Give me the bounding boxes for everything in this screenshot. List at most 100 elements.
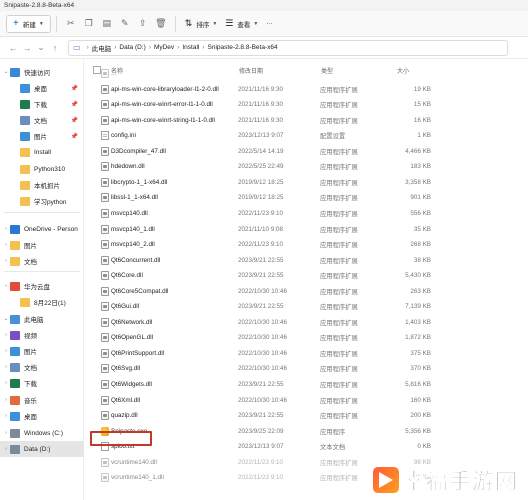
sidebar-item[interactable]: 桌面 📌 (0, 80, 84, 96)
sidebar-item[interactable]: › 图片 (0, 343, 84, 359)
sidebar-item[interactable]: › 下载 (0, 375, 84, 391)
chevron-icon[interactable]: › (2, 364, 10, 370)
sidebar-item-label: 文档 (34, 118, 47, 125)
chevron-icon[interactable]: › (2, 446, 10, 452)
sidebar-item[interactable]: Install (0, 144, 84, 160)
file-row[interactable]: config.ini 2023/12/13 9:07 配置设置 1 KB (85, 128, 528, 143)
sidebar-item[interactable]: 图片 📌 (0, 128, 84, 144)
file-row[interactable]: msvcp140_2.dll 2022/11/23 9:10 应用程序扩展 268 K… (85, 237, 528, 252)
chevron-icon[interactable]: › (2, 283, 10, 289)
copy-icon[interactable]: ❐ (80, 15, 98, 33)
file-row[interactable]: msvcp140_1.dll 2021/11/10 9:08 应用程序扩展 35 KB (85, 222, 528, 237)
share-icon[interactable]: ⇪ (134, 15, 152, 33)
file-size: 1,872 KB (405, 334, 431, 342)
sidebar-item[interactable]: 本机抓片 (0, 177, 84, 193)
cut-icon[interactable]: ✂ (62, 15, 80, 33)
chevron-icon[interactable]: ⌄ (2, 69, 10, 75)
file-size: 263 KB (410, 287, 431, 295)
chevron-icon[interactable]: › (2, 413, 10, 419)
breadcrumb-item[interactable]: MyDev (154, 44, 174, 51)
sidebar-item[interactable]: Python310 (0, 161, 84, 177)
address-bar[interactable]: ▭ › 此电脑 › Data (D:) › MyDev › Install › … (68, 39, 508, 56)
file-name: api-ms-win-core-winrt-string-l1-1-0.dll (111, 116, 215, 124)
chevron-icon[interactable]: ⌄ (2, 316, 10, 322)
file-name: config.ini (111, 132, 136, 140)
file-row[interactable]: Qt6PrintSupport.dll 2022/10/30 10:46 应用程序扩… (85, 346, 528, 361)
file-size: 1 KB (417, 132, 431, 140)
sidebar-item[interactable]: ⌄ 此电脑 (0, 311, 84, 327)
sidebar-item[interactable]: 8月22日(1) (0, 294, 84, 310)
dll-file-icon (101, 457, 109, 467)
sidebar-item[interactable]: 下载 📌 (0, 96, 84, 112)
file-row[interactable]: libcrypto-1_1-x64.dll 2019/9/12 18:25 应用程序… (85, 175, 528, 190)
forward-arrow-icon[interactable]: → (20, 40, 34, 56)
file-row[interactable]: api-ms-win-core-winrt-error-l1-1-0.dll 20… (85, 97, 528, 112)
file-row[interactable]: Qt6Core5Compat.dll 2022/10/30 10:46 应用程序扩展… (85, 284, 528, 299)
chevron-icon[interactable]: › (2, 258, 10, 264)
sidebar-item[interactable]: › 文档 (0, 359, 84, 375)
file-row[interactable]: Qt6Network.dll 2022/10/30 10:46 应用程序扩展 1,40… (85, 315, 528, 330)
file-name: Qt6Network.dll (111, 318, 153, 326)
view-button[interactable]: ☰ 查看 ▼ (221, 15, 262, 33)
chevron-icon[interactable]: › (2, 226, 10, 232)
delete-icon[interactable]: 🗑 (152, 15, 170, 33)
sidebar-item[interactable]: › 视频 (0, 327, 84, 343)
file-row[interactable]: D3Dcompiler_47.dll 2022/5/14 14:19 应用程序扩展 4… (85, 144, 528, 159)
chevron-icon[interactable]: › (2, 242, 10, 248)
sidebar-item[interactable]: › 桌面 (0, 408, 84, 424)
plus-icon: + (13, 18, 19, 29)
dll-file-icon (101, 255, 109, 265)
sidebar-item[interactable]: › Data (D:) (0, 441, 84, 457)
file-row[interactable]: Qt6Widgets.dll 2023/9/21 22:55 应用程序扩展 5,816… (85, 377, 528, 392)
recent-chevron-icon[interactable]: ⌄ (34, 40, 48, 56)
breadcrumb-item[interactable]: Install (182, 44, 199, 51)
file-row[interactable]: Qt6Xml.dll 2022/10/30 10:46 应用程序扩展 160 KB (85, 393, 528, 408)
sort-button[interactable]: ⇅ 排序 ▼ (181, 15, 222, 33)
new-button[interactable]: + 新建 ▼ (6, 14, 51, 33)
sidebar-item-label: 下载 (34, 102, 47, 109)
sidebar-item[interactable]: › 音乐 (0, 392, 84, 408)
file-row[interactable]: Qt6Core.dll 2023/9/21 22:55 应用程序扩展 5,430 KB (85, 268, 528, 283)
file-row[interactable]: api-ms-win-core-libraryloader-l1-2-0.dll… (85, 82, 528, 97)
file-row[interactable]: api-ms-win-core-winrt-string-l1-1-0.dll 2… (85, 113, 528, 128)
breadcrumb-item[interactable]: Data (D:) (119, 44, 145, 51)
file-size: 7,139 KB (405, 303, 431, 311)
star-icon (10, 67, 20, 77)
file-row[interactable]: quazip.dll 2023/9/21 22:55 应用程序扩展 200 KB (85, 408, 528, 423)
chevron-icon[interactable]: › (2, 430, 10, 436)
up-arrow-icon[interactable]: ↑ (48, 40, 62, 56)
file-row[interactable]: hdedown.dll 2022/5/25 22:49 应用程序扩展 183 KB (85, 159, 528, 174)
breadcrumb-item[interactable]: 此电脑 (92, 43, 112, 53)
sidebar-item[interactable]: › Windows (C:) (0, 425, 84, 441)
sidebar-item[interactable]: 学习python (0, 193, 84, 209)
file-row[interactable]: Qt6Concurrent.dll 2023/9/21 22:55 应用程序扩展 38… (85, 253, 528, 268)
file-row[interactable]: ... (85, 66, 528, 81)
back-arrow-icon[interactable]: ← (6, 40, 20, 56)
file-row[interactable]: Qt6Gui.dll 2023/9/21 22:55 应用程序扩展 7,139 KB (85, 299, 528, 314)
sidebar-item[interactable]: › 华为云盘 (0, 278, 84, 294)
rename-icon[interactable]: ✎ (116, 15, 134, 33)
dll-file-icon (101, 162, 109, 172)
window-title: Snipaste-2.8.8-Beta-x64 (4, 2, 75, 9)
chevron-icon[interactable]: › (2, 397, 10, 403)
file-size: 3,358 KB (405, 178, 431, 186)
sidebar-item[interactable]: › 文档 (0, 253, 84, 269)
file-date: 2022/11/23 9:10 (238, 474, 284, 482)
breadcrumb-separator: › (86, 44, 89, 51)
file-row[interactable]: msvcp140.dll 2022/11/23 9:10 应用程序扩展 556 KB (85, 206, 528, 221)
sidebar-item[interactable]: › OneDrive - Person (0, 221, 84, 237)
chevron-icon[interactable]: › (2, 348, 10, 354)
file-date: 2022/5/14 14:19 (238, 147, 284, 155)
paste-icon[interactable]: ▤ (98, 15, 116, 33)
file-row[interactable]: libssl-1_1-x64.dll 2019/9/12 18:25 应用程序扩展 9… (85, 190, 528, 205)
file-row[interactable]: Qt6OpenGL.dll 2022/10/30 10:46 应用程序扩展 1,872… (85, 330, 528, 345)
chevron-icon[interactable]: › (2, 380, 10, 386)
watermark-text: 幸福手游网 (402, 470, 518, 496)
sidebar-item[interactable]: 文档 📌 (0, 112, 84, 128)
sidebar-item[interactable]: › 图片 (0, 237, 84, 253)
sidebar-item[interactable]: ⌄ 快速访问 (0, 64, 84, 80)
file-row[interactable]: Qt6Svg.dll 2022/10/30 10:46 应用程序扩展 370 KB (85, 361, 528, 376)
chevron-icon[interactable]: › (2, 332, 10, 338)
breadcrumb-item[interactable]: Snipaste-2.8.8-Beta-x64 (208, 44, 278, 51)
more-button[interactable]: ··· (262, 15, 277, 33)
